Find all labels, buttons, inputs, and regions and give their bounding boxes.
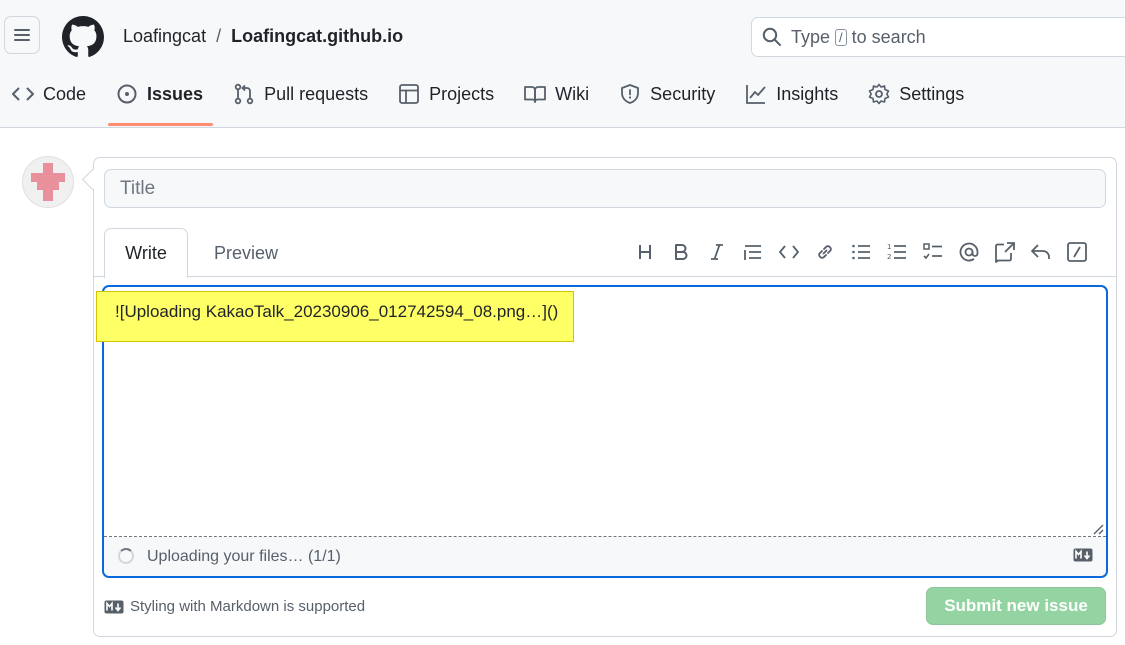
- git-pull-request-icon: [234, 83, 254, 105]
- tab-settings-label: Settings: [899, 83, 965, 104]
- search-icon: [762, 27, 781, 46]
- tab-insights-label: Insights: [776, 83, 839, 104]
- markdown-support-note[interactable]: Styling with Markdown is supported: [104, 598, 365, 615]
- heading-icon[interactable]: [633, 240, 657, 264]
- link-icon[interactable]: [813, 240, 837, 264]
- task-list-icon[interactable]: [921, 240, 945, 264]
- ordered-list-icon[interactable]: 12: [885, 240, 909, 264]
- book-icon: [524, 86, 547, 103]
- submit-new-issue-button[interactable]: Submit new issue: [926, 587, 1106, 625]
- tab-issues[interactable]: Issues: [108, 83, 214, 126]
- tab-preview[interactable]: Preview: [214, 243, 278, 264]
- tab-write[interactable]: Write: [104, 228, 188, 278]
- github-logo-icon[interactable]: [62, 16, 104, 58]
- owner-link[interactable]: Loafingcat: [123, 26, 206, 47]
- title-placeholder: Title: [120, 177, 156, 199]
- reply-icon[interactable]: [1029, 240, 1053, 264]
- repo-nav-tabs: Code Issues Pull requests Projects Wiki …: [12, 83, 994, 126]
- tab-pull-requests-label: Pull requests: [264, 83, 369, 104]
- tab-code-label: Code: [43, 83, 87, 104]
- markdown-toolbar: 12: [633, 240, 1089, 264]
- gear-icon: [868, 83, 890, 105]
- svg-text:1: 1: [887, 243, 891, 251]
- tab-pull-requests[interactable]: Pull requests: [233, 83, 368, 105]
- tab-projects-label: Projects: [429, 83, 495, 104]
- issue-opened-icon: [117, 84, 137, 104]
- hamburger-icon: [14, 29, 30, 41]
- loading-spinner-icon: [118, 548, 134, 564]
- search-input[interactable]: Type / to search: [751, 17, 1125, 57]
- issue-body-text: ![Uploading KakaoTalk_20230906_012742594…: [115, 302, 559, 321]
- shield-icon: [621, 84, 640, 104]
- svg-text:2: 2: [887, 253, 891, 261]
- slash-command-icon[interactable]: [1065, 240, 1089, 264]
- editor-tab-divider: [94, 276, 1116, 277]
- code-icon[interactable]: [777, 240, 801, 264]
- upload-status-text: Uploading your files… (1/1): [147, 548, 341, 565]
- mention-icon[interactable]: [957, 240, 981, 264]
- tab-code[interactable]: Code: [12, 83, 86, 105]
- quote-icon[interactable]: [741, 240, 765, 264]
- cross-reference-icon[interactable]: [993, 240, 1017, 264]
- upload-divider: [104, 536, 1106, 537]
- markdown-support-label: Styling with Markdown is supported: [130, 598, 366, 615]
- tab-projects[interactable]: Projects: [398, 83, 494, 105]
- table-icon: [399, 84, 420, 104]
- markdown-icon: [104, 600, 124, 613]
- identicon-avatar-icon: [31, 163, 65, 201]
- user-avatar[interactable]: [22, 156, 74, 208]
- menu-button[interactable]: [4, 16, 40, 54]
- markdown-icon[interactable]: [1073, 548, 1093, 562]
- tab-security[interactable]: Security: [619, 83, 715, 105]
- graph-icon: [746, 85, 766, 104]
- tab-wiki[interactable]: Wiki: [524, 83, 589, 105]
- tab-issues-label: Issues: [147, 83, 204, 104]
- unordered-list-icon[interactable]: [849, 240, 873, 264]
- repo-link[interactable]: Loafingcat.github.io: [231, 26, 403, 47]
- bold-icon[interactable]: [669, 240, 693, 264]
- code-icon: [12, 87, 34, 101]
- breadcrumb-separator: /: [216, 26, 222, 46]
- resize-handle-icon[interactable]: [1092, 523, 1104, 535]
- search-placeholder-suffix: to search: [851, 26, 926, 47]
- tab-insights[interactable]: Insights: [745, 83, 838, 105]
- search-placeholder-prefix: Type: [791, 26, 831, 47]
- search-shortcut-key: /: [835, 28, 847, 46]
- italic-icon[interactable]: [705, 240, 729, 264]
- tab-settings[interactable]: Settings: [868, 83, 964, 105]
- tab-security-label: Security: [650, 83, 716, 104]
- repo-header: Loafingcat / Loafingcat.github.io Type /…: [0, 0, 1125, 128]
- tab-wiki-label: Wiki: [555, 83, 590, 104]
- breadcrumb: Loafingcat / Loafingcat.github.io: [123, 26, 403, 47]
- issue-title-input[interactable]: Title: [104, 169, 1106, 208]
